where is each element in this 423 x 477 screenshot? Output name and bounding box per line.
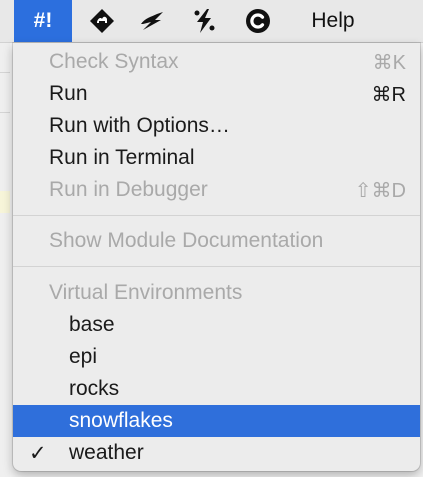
venv-item-epi[interactable]: epi [13, 341, 420, 373]
menu-item-shortcut: ⌘K [372, 51, 406, 74]
menu-item-check-syntax: Check Syntax ⌘K [13, 46, 420, 78]
venv-item-label: weather [69, 441, 144, 464]
menu-item-label: Show Module Documentation [49, 229, 324, 252]
menu-item-run-in-terminal[interactable]: Run in Terminal [13, 142, 420, 174]
menu-item-run-in-debugger: Run in Debugger ⇧⌘D [13, 174, 420, 206]
menu-section-header-virtual-environments: Virtual Environments [13, 277, 420, 309]
menu-item-run[interactable]: Run ⌘R [13, 78, 420, 110]
screen: #! Help Check Syntax ⌘K Run ⌘R Run with … [0, 0, 423, 477]
menu-section-header-label: Virtual Environments [49, 281, 243, 304]
background-divider [0, 112, 10, 113]
venv-item-snowflakes[interactable]: snowflakes [13, 405, 420, 437]
menu-help-label: Help [311, 9, 355, 32]
venv-item-label: snowflakes [69, 409, 173, 432]
background-window [0, 43, 10, 477]
python-lightning-icon[interactable] [130, 0, 174, 42]
menu-item-shortcut: ⇧⌘D [354, 179, 406, 202]
menu-hashbang-label: #! [33, 9, 53, 32]
menu-item-label: Run in Terminal [49, 146, 195, 169]
menu-separator [13, 215, 420, 216]
venv-item-rocks[interactable]: rocks [13, 373, 420, 405]
menu-hashbang[interactable]: #! [14, 0, 72, 42]
background-highlight [0, 191, 10, 213]
menu-item-shortcut: ⌘R [371, 83, 406, 106]
venv-item-label: rocks [69, 377, 120, 400]
slack-lightning-icon[interactable] [184, 0, 224, 42]
menu-item-label: Run with Options… [49, 114, 230, 137]
c-circle-icon[interactable] [238, 0, 278, 42]
venv-item-base[interactable]: base [13, 309, 420, 341]
venv-item-label: epi [69, 345, 98, 368]
menu-bar: #! Help [0, 0, 423, 43]
hashbang-dropdown-menu: Check Syntax ⌘K Run ⌘R Run with Options…… [13, 43, 420, 471]
venv-item-label: base [69, 313, 115, 336]
menu-item-label: Run in Debugger [49, 178, 208, 201]
perl-camel-diamond-icon[interactable] [80, 0, 124, 42]
menu-item-run-with-options[interactable]: Run with Options… [13, 110, 420, 142]
menu-item-show-module-documentation: Show Module Documentation [13, 225, 420, 257]
menu-help[interactable]: Help [298, 0, 368, 42]
venv-item-weather[interactable]: ✓ weather [13, 437, 420, 469]
checkmark-icon: ✓ [29, 441, 47, 465]
background-divider [0, 72, 10, 73]
menu-item-label: Check Syntax [49, 50, 179, 73]
menu-separator [13, 266, 420, 267]
menu-item-label: Run [49, 82, 88, 105]
